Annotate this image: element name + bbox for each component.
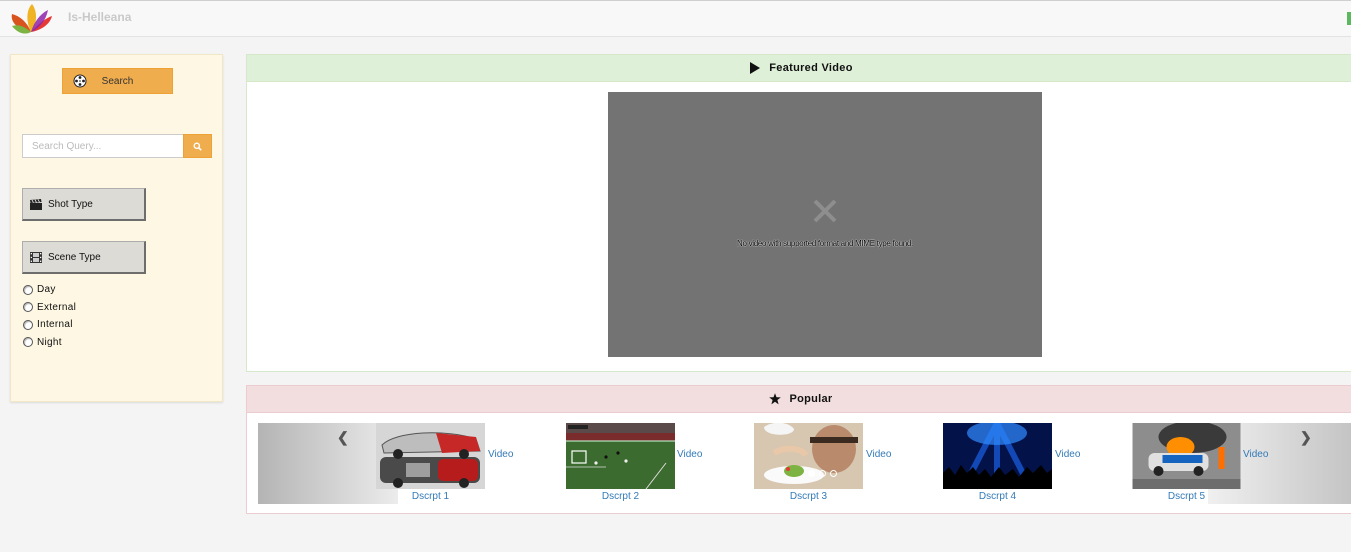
carousel-indicator-1[interactable] <box>808 470 815 477</box>
close-x-icon <box>813 199 837 223</box>
carousel-indicators <box>808 470 837 477</box>
scene-option-day[interactable]: Day <box>23 281 76 299</box>
video-link[interactable]: Video <box>677 449 702 460</box>
status-indicator <box>1347 12 1351 25</box>
radio-button[interactable] <box>23 319 33 330</box>
scene-type-label: Scene Type <box>48 251 101 263</box>
video-caption[interactable]: Dscrpt 1 <box>376 491 485 502</box>
scene-option-external[interactable]: External <box>23 299 76 317</box>
video-thumbnail[interactable] <box>754 423 863 489</box>
radio-button[interactable] <box>23 337 33 348</box>
radio-button[interactable] <box>23 302 33 313</box>
carousel-indicator-2[interactable] <box>819 470 826 477</box>
scene-option-internal[interactable]: Internal <box>23 316 76 334</box>
video-caption[interactable]: Dscrpt 2 <box>566 491 675 502</box>
search-query-group <box>22 134 212 158</box>
video-caption[interactable]: Dscrpt 4 <box>943 491 1052 502</box>
play-icon <box>750 62 761 74</box>
search-input[interactable] <box>22 134 184 158</box>
radio-label: External <box>37 301 77 313</box>
filter-sidebar: Search Shot Type Scene Type <box>10 54 223 402</box>
carousel-indicator-3[interactable] <box>830 470 837 477</box>
search-submit-button[interactable] <box>183 134 212 158</box>
popular-panel: Popular ❮ ❯ Video Dscrpt 1 Video Dscrpt … <box>246 385 1351 514</box>
search-button-label: Search <box>101 76 134 87</box>
radio-label: Internal <box>37 319 73 331</box>
chevron-right-icon[interactable]: ❯ <box>1300 429 1312 446</box>
film-strip-icon <box>30 251 42 263</box>
video-thumbnail[interactable] <box>376 423 485 489</box>
radio-label: Day <box>37 284 56 296</box>
video-thumbnail[interactable] <box>566 423 675 489</box>
leaf-flower-logo-icon[interactable] <box>8 2 54 36</box>
clapperboard-icon <box>30 198 42 210</box>
shot-type-button[interactable]: Shot Type <box>22 188 146 221</box>
featured-video-panel: Featured Video No video with supported f… <box>246 54 1351 372</box>
video-caption[interactable]: Dscrpt 3 <box>754 491 863 502</box>
shot-type-label: Shot Type <box>48 198 93 210</box>
video-link[interactable]: Video <box>1243 449 1268 460</box>
top-navbar: Is-Helleana <box>0 0 1351 37</box>
featured-video-heading: Featured Video <box>247 55 1351 82</box>
scene-option-night[interactable]: Night <box>23 334 76 352</box>
video-link[interactable]: Video <box>866 449 891 460</box>
star-icon <box>769 393 782 405</box>
featured-video-title: Featured Video <box>769 62 853 74</box>
search-icon <box>193 142 202 151</box>
chevron-left-icon[interactable]: ❮ <box>337 429 349 446</box>
scene-type-button[interactable]: Scene Type <box>22 241 146 274</box>
video-caption[interactable]: Dscrpt 5 <box>1132 491 1241 502</box>
popular-title: Popular <box>789 393 833 405</box>
video-thumbnail[interactable] <box>1132 423 1241 489</box>
popular-heading: Popular <box>247 386 1351 413</box>
brand-name[interactable]: Is-Helleana <box>68 10 131 24</box>
player-error-message: No video with supported format and MIME … <box>737 239 913 248</box>
video-thumbnail[interactable] <box>943 423 1052 489</box>
search-button[interactable]: Search <box>62 68 173 94</box>
video-link[interactable]: Video <box>488 449 513 460</box>
popular-carousel: ❮ ❯ Video Dscrpt 1 Video Dscrpt 2 Video … <box>258 423 1351 504</box>
radio-label: Night <box>37 336 62 348</box>
video-link[interactable]: Video <box>1055 449 1080 460</box>
scene-type-options: Day External Internal Night <box>23 281 76 351</box>
video-player[interactable]: No video with supported format and MIME … <box>608 92 1042 357</box>
radio-button[interactable] <box>23 284 33 295</box>
